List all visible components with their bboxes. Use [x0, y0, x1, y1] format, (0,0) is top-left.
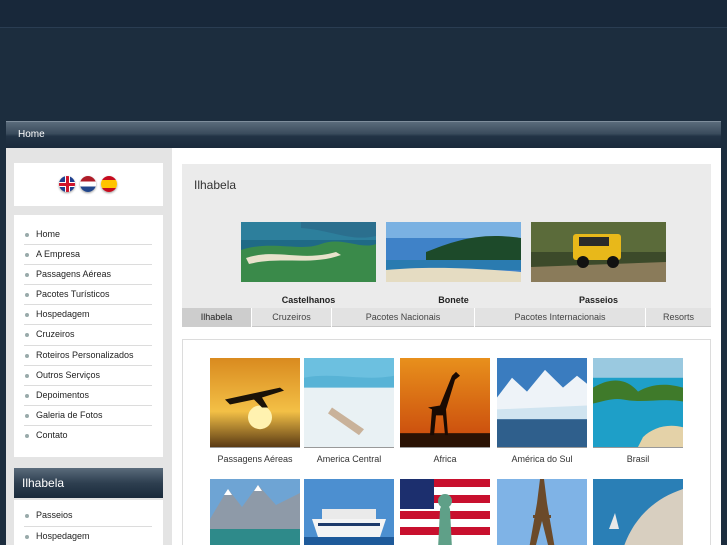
- dubai-coast-photo[interactable]: [593, 479, 683, 545]
- tab-resorts[interactable]: Resorts: [646, 308, 711, 327]
- destination-america-central[interactable]: America Central: [304, 358, 394, 464]
- thumb-label-castelhanos: Castelhanos: [281, 295, 336, 305]
- menu-item-hospedagem[interactable]: Hospedagem: [24, 305, 152, 326]
- destination-brasil[interactable]: Brasil: [593, 358, 683, 464]
- page-container: Home A Empresa Passagens Aéreas Pacotes …: [6, 148, 721, 545]
- mountain-lake-photo[interactable]: [210, 479, 300, 545]
- feature-panel: Ilhabela Castelhanos Bonete Passeios: [182, 164, 711, 310]
- menu-item-empresa[interactable]: A Empresa: [24, 245, 152, 266]
- beach-photo: [304, 358, 394, 448]
- site-header: [0, 28, 727, 121]
- cruise-ship-photo[interactable]: [304, 479, 394, 545]
- glacier-photo: [497, 358, 587, 448]
- section-heading: Ilhabela: [14, 468, 163, 498]
- uk-flag-icon[interactable]: [59, 176, 75, 192]
- giraffe-sunset-photo: [400, 358, 490, 448]
- destination-label: América do Sul: [511, 454, 573, 464]
- thumb-label-passeios: Passeios: [578, 295, 619, 305]
- spain-flag-icon[interactable]: [101, 176, 117, 192]
- menu-item-cruzeiros[interactable]: Cruzeiros: [24, 325, 152, 346]
- destination-label: America Central: [316, 454, 382, 464]
- passeios-photo[interactable]: [531, 222, 666, 282]
- category-tabs: Ilhabela Cruzeiros Pacotes Nacionais Pac…: [182, 308, 711, 327]
- statue-of-liberty-photo[interactable]: [400, 479, 490, 545]
- feature-title: Ilhabela: [194, 178, 237, 192]
- castelhanos-photo[interactable]: [241, 222, 376, 282]
- section-item-passeios[interactable]: Passeios: [24, 506, 152, 527]
- tab-ilhabela[interactable]: Ilhabela: [182, 308, 252, 327]
- menu-item-home[interactable]: Home: [24, 225, 152, 246]
- menu-item-roteiros[interactable]: Roteiros Personalizados: [24, 346, 152, 366]
- main-content: Ilhabela Castelhanos Bonete Passeios Ilh…: [172, 148, 721, 545]
- destination-passagens[interactable]: Passagens Aéreas: [210, 358, 300, 464]
- destinations-grid: Passagens Aéreas America Central Africa …: [182, 339, 711, 545]
- bonete-photo[interactable]: [386, 222, 521, 282]
- sidebar: Home A Empresa Passagens Aéreas Pacotes …: [6, 148, 172, 545]
- destination-africa[interactable]: Africa: [400, 358, 490, 464]
- nav-home-link[interactable]: Home: [18, 129, 45, 140]
- tab-pacotes-internacionais[interactable]: Pacotes Internacionais: [475, 308, 646, 327]
- main-nav: Home: [6, 121, 721, 148]
- menu-item-contato[interactable]: Contato: [24, 426, 152, 446]
- tab-pacotes-nacionais[interactable]: Pacotes Nacionais: [332, 308, 475, 327]
- tropical-island-photo: [593, 358, 683, 448]
- language-selector: [14, 163, 163, 206]
- sidebar-menu: Home A Empresa Passagens Aéreas Pacotes …: [14, 215, 163, 457]
- menu-item-pacotes[interactable]: Pacotes Turísticos: [24, 285, 152, 306]
- section-item-hospedagem[interactable]: Hospedagem: [24, 527, 152, 545]
- destination-label: Brasil: [626, 454, 650, 464]
- destination-label: Passagens Aéreas: [217, 454, 293, 464]
- top-bar: [0, 0, 727, 28]
- menu-item-galeria[interactable]: Galeria de Fotos: [24, 406, 152, 426]
- netherlands-flag-icon[interactable]: [80, 176, 96, 192]
- destination-label: Africa: [433, 454, 457, 464]
- section-menu: Passeios Hospedagem: [14, 500, 163, 545]
- menu-item-depoimentos[interactable]: Depoimentos: [24, 386, 152, 406]
- menu-item-outros[interactable]: Outros Serviços: [24, 366, 152, 386]
- menu-item-passagens[interactable]: Passagens Aéreas: [24, 265, 152, 286]
- tab-cruzeiros[interactable]: Cruzeiros: [252, 308, 332, 327]
- thumb-label-bonete: Bonete: [438, 295, 469, 305]
- destination-america-sul[interactable]: América do Sul: [497, 358, 587, 464]
- airplane-sunset-photo: [210, 358, 300, 448]
- eiffel-tower-photo[interactable]: [497, 479, 587, 545]
